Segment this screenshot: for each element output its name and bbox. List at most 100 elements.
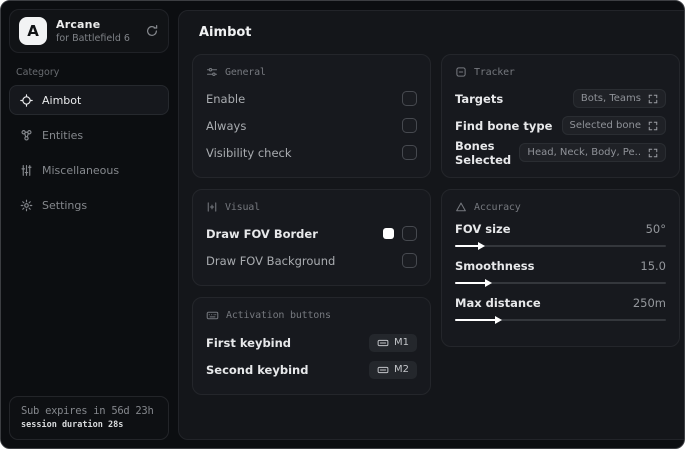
setting-row-targets: Targets Bots, Teams (455, 87, 666, 110)
category-label: Category (16, 67, 60, 78)
general-icon (206, 66, 218, 78)
session-duration-text: session duration 28s (21, 420, 124, 430)
setting-label: First keybind (206, 335, 292, 350)
slider-handle[interactable] (478, 241, 486, 250)
left-column: General Enable Always Visibility check V… (192, 54, 431, 395)
expand-icon (648, 94, 658, 104)
slider-label: Max distance (455, 296, 541, 310)
general-card: General Enable Always Visibility check (192, 54, 431, 178)
content-panel: Aimbot General Enable Always Visibility … (178, 10, 684, 440)
slider-value: 50° (645, 222, 666, 236)
slider-value: 15.0 (640, 259, 666, 273)
general-header: General (206, 66, 417, 78)
sidebar-item-label: Entities (42, 128, 84, 142)
sync-icon[interactable] (145, 24, 159, 38)
draw-fov-border-checkbox[interactable] (402, 226, 417, 241)
find-bone-type-dropdown[interactable]: Selected bone (561, 116, 666, 135)
keybind-value: M2 (394, 364, 409, 375)
always-checkbox[interactable] (402, 118, 417, 133)
activation-card: Activation buttons First keybind M1 Seco… (192, 297, 431, 395)
setting-label: Visibility check (206, 145, 292, 160)
sidebar-nav: Aimbot Entities Miscellaneous Settings (1, 85, 177, 220)
subscription-status: Sub expires in 56d 23h session duration … (9, 396, 169, 440)
crosshair-icon (20, 93, 33, 107)
accuracy-header: Accuracy (455, 201, 666, 213)
max-distance-slider-row: Max distance 250m (455, 296, 666, 324)
accuracy-card: Accuracy FOV size 50° Smoothness 15.0 Ma… (441, 189, 680, 347)
setting-row-second-keybind: Second keybind M2 (206, 358, 417, 381)
second-keybind-button[interactable]: M2 (369, 360, 417, 379)
sidebar-item-miscellaneous[interactable]: Miscellaneous (9, 155, 169, 185)
sidebar-item-aimbot[interactable]: Aimbot (9, 85, 169, 115)
visibility-check-checkbox[interactable] (402, 145, 417, 160)
app-window: A Arcane for Battlefield 6 Category Aimb… (0, 0, 685, 449)
setting-row-bones-selected: Bones Selected Head, Neck, Body, Pe.. (455, 139, 666, 167)
visual-header: Visual (206, 201, 417, 213)
setting-row-visibility-check: Visibility check (206, 141, 417, 164)
draw-fov-background-checkbox[interactable] (402, 253, 417, 268)
visual-icon (206, 201, 218, 213)
sidebar: A Arcane for Battlefield 6 Category Aimb… (1, 1, 177, 448)
dropdown-value: Selected bone (569, 120, 641, 131)
slider-label: Smoothness (455, 259, 535, 273)
first-keybind-button[interactable]: M1 (369, 333, 417, 352)
setting-row-enable: Enable (206, 87, 417, 110)
sidebar-item-label: Aimbot (42, 93, 82, 107)
sidebar-item-label: Settings (42, 198, 88, 212)
setting-label: Draw FOV Background (206, 253, 336, 268)
setting-label: Second keybind (206, 362, 309, 377)
setting-label: Always (206, 118, 247, 133)
setting-label: Draw FOV Border (206, 226, 318, 241)
keyboard-icon (206, 309, 219, 322)
slider-label: FOV size (455, 222, 511, 236)
dropdown-value: Head, Neck, Body, Pe.. (527, 147, 641, 158)
setting-label: Enable (206, 91, 246, 106)
tracker-card: Tracker Targets Bots, Teams Find bone ty… (441, 54, 680, 178)
sidebar-item-entities[interactable]: Entities (9, 120, 169, 150)
accuracy-icon (455, 201, 467, 213)
smoothness-slider-row: Smoothness 15.0 (455, 259, 666, 287)
tracker-icon (455, 66, 467, 78)
keyboard-icon (377, 337, 389, 349)
app-subtitle: for Battlefield 6 (56, 33, 130, 44)
fov-size-slider[interactable] (455, 241, 666, 250)
main-area: Aimbot General Enable Always Visibility … (177, 1, 684, 448)
setting-row-find-bone-type: Find bone type Selected bone (455, 114, 666, 137)
right-column: Tracker Targets Bots, Teams Find bone ty… (441, 54, 680, 395)
setting-row-draw-fov-background: Draw FOV Background (206, 249, 417, 272)
sidebar-item-label: Miscellaneous (42, 163, 120, 177)
expand-icon (648, 121, 658, 131)
setting-row-always: Always (206, 114, 417, 137)
visual-title: Visual (225, 201, 260, 213)
dropdown-value: Bots, Teams (580, 93, 641, 104)
targets-dropdown[interactable]: Bots, Teams (572, 89, 666, 108)
page-title: Aimbot (199, 25, 252, 40)
tracker-header: Tracker (455, 66, 666, 78)
setting-label: Find bone type (455, 118, 553, 133)
activation-header: Activation buttons (206, 309, 417, 322)
enable-checkbox[interactable] (402, 91, 417, 106)
fov-border-color-swatch[interactable] (383, 228, 394, 239)
smoothness-slider[interactable] (455, 278, 666, 287)
sub-expiry-text: Sub expires in 56d 23h (21, 405, 154, 417)
setting-row-draw-fov-border: Draw FOV Border (206, 222, 417, 245)
entities-icon (20, 129, 33, 142)
slider-handle[interactable] (495, 315, 503, 324)
general-title: General (225, 66, 266, 78)
gear-icon (20, 199, 33, 212)
expand-icon (648, 148, 658, 158)
visual-card: Visual Draw FOV Border Draw FOV Backgrou… (192, 189, 431, 286)
keyboard-icon (377, 364, 389, 376)
app-logo: A (19, 17, 47, 45)
fov-size-slider-row: FOV size 50° (455, 222, 666, 250)
sidebar-item-settings[interactable]: Settings (9, 190, 169, 220)
activation-title: Activation buttons (226, 310, 331, 321)
app-logo-card: A Arcane for Battlefield 6 (9, 9, 169, 53)
bones-selected-dropdown[interactable]: Head, Neck, Body, Pe.. (519, 143, 666, 162)
max-distance-slider[interactable] (455, 315, 666, 324)
sliders-icon (20, 164, 33, 177)
slider-handle[interactable] (484, 278, 492, 287)
keybind-value: M1 (394, 337, 409, 348)
tracker-title: Tracker (474, 66, 515, 78)
setting-row-first-keybind: First keybind M1 (206, 331, 417, 354)
